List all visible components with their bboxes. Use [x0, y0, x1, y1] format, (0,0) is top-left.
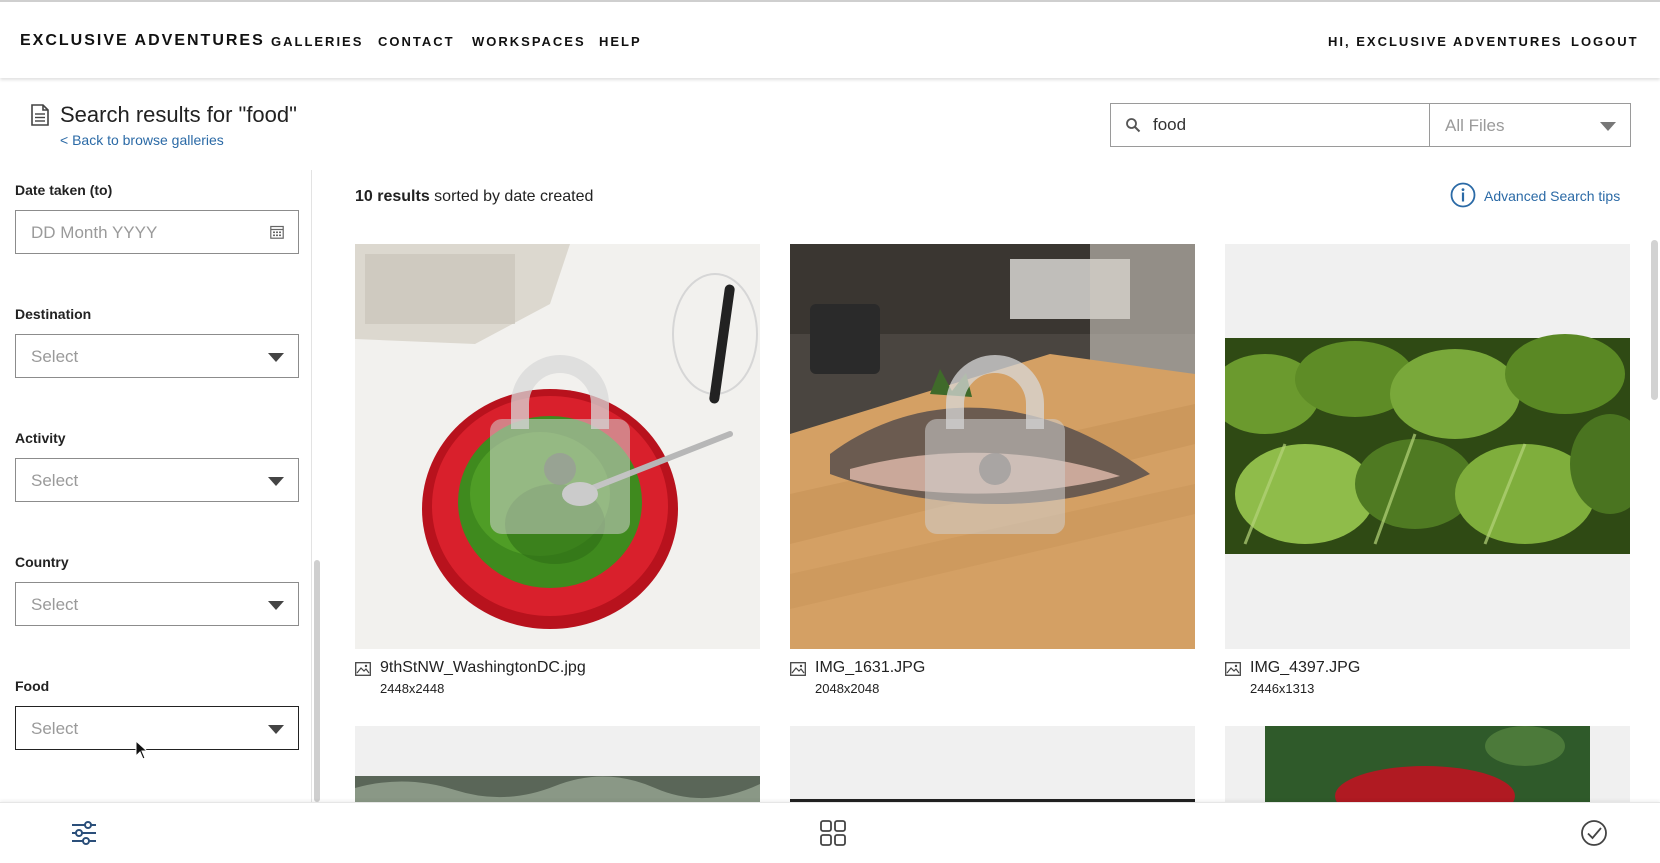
result-filename[interactable]: IMG_4397.JPG	[1250, 659, 1360, 677]
chevron-down-icon	[268, 725, 284, 734]
result-thumbnail[interactable]	[790, 244, 1195, 649]
bottom-toolbar	[0, 802, 1660, 863]
results-summary: 10 results sorted by date created	[355, 188, 593, 206]
sidebar-scrollbar[interactable]	[314, 560, 320, 802]
activity-select-value: Select	[31, 471, 79, 490]
filter-label-destination: Destination	[15, 306, 92, 322]
country-select[interactable]: Select	[15, 582, 299, 626]
food-select-value: Select	[31, 719, 79, 738]
spinach-leaves-image	[1225, 244, 1630, 649]
filter-label-activity: Activity	[15, 430, 66, 446]
destination-select-value: Select	[31, 347, 79, 366]
calendar-icon[interactable]	[270, 225, 284, 239]
country-select-value: Select	[31, 595, 79, 614]
image-file-icon	[1225, 662, 1241, 676]
back-to-galleries-link[interactable]: < Back to browse galleries	[60, 132, 224, 148]
results-scrollbar[interactable]	[1651, 240, 1658, 400]
info-icon	[1450, 182, 1476, 208]
date-taken-to-placeholder: DD Month YYYY	[31, 223, 158, 242]
result-thumbnail[interactable]	[790, 726, 1195, 802]
chevron-down-icon	[1600, 122, 1616, 131]
search-input[interactable]	[1153, 104, 1423, 146]
results-sort-text: sorted by date created	[434, 188, 594, 205]
result-dimensions: 2448x2448	[380, 681, 445, 696]
check-circle-icon[interactable]	[1578, 817, 1610, 849]
advanced-search-tips-label: Advanced Search tips	[1484, 188, 1621, 204]
top-navigation-bar: EXCLUSIVE ADVENTURES GALLERIES CONTACT W…	[0, 0, 1660, 78]
destination-select[interactable]: Select	[15, 334, 299, 378]
chevron-down-icon	[268, 477, 284, 486]
chevron-down-icon	[268, 353, 284, 362]
nav-contact[interactable]: CONTACT	[378, 34, 455, 49]
filter-label-date-taken-to: Date taken (to)	[15, 182, 113, 198]
result-filename[interactable]: IMG_1631.JPG	[815, 659, 925, 677]
nav-galleries[interactable]: GALLERIES	[271, 34, 363, 49]
results-count: 10 results	[355, 188, 430, 205]
filters-sidebar: Date taken (to) DD Month YYYY Destinatio…	[0, 170, 310, 802]
result-filename[interactable]: 9thStNW_WashingtonDC.jpg	[380, 659, 586, 677]
logout-link[interactable]: LOGOUT	[1571, 34, 1639, 49]
result-meta: 9thStNW_WashingtonDC.jpg 2448x2448	[355, 659, 760, 699]
result-dimensions: 2048x2048	[815, 681, 880, 696]
image-file-icon	[355, 662, 371, 676]
image-file-icon	[790, 662, 806, 676]
result-meta: IMG_4397.JPG 2446x1313	[1225, 659, 1630, 699]
result-dimensions: 2446x1313	[1250, 681, 1315, 696]
sliders-icon[interactable]	[68, 817, 100, 849]
result-thumbnail[interactable]	[355, 244, 760, 649]
grid-icon[interactable]	[817, 817, 849, 849]
result-thumbnail[interactable]	[1225, 726, 1630, 802]
page-title: Search results for "food"	[60, 102, 297, 127]
chevron-down-icon	[268, 601, 284, 610]
file-type-selected-value: All Files	[1445, 116, 1505, 135]
filter-label-country: Country	[15, 554, 69, 570]
result-meta: IMG_1631.JPG 2048x2048	[790, 659, 1195, 699]
search-box[interactable]	[1110, 103, 1430, 147]
result-thumbnail[interactable]	[355, 726, 760, 802]
result-card[interactable]: IMG_1631.JPG 2048x2048	[790, 244, 1195, 704]
result-card[interactable]	[1225, 726, 1630, 802]
user-greeting[interactable]: HI, EXCLUSIVE ADVENTURES	[1328, 34, 1563, 49]
result-card[interactable]	[355, 726, 760, 802]
activity-select[interactable]: Select	[15, 458, 299, 502]
lock-icon	[925, 355, 1065, 534]
nav-help[interactable]: HELP	[599, 34, 642, 49]
date-taken-to-field[interactable]: DD Month YYYY	[15, 210, 299, 254]
lock-icon	[490, 355, 630, 534]
brand-logo-text[interactable]: EXCLUSIVE ADVENTURES	[20, 32, 265, 50]
result-card[interactable]	[790, 726, 1195, 802]
result-card[interactable]: 9thStNW_WashingtonDC.jpg 2448x2448	[355, 244, 760, 704]
food-select[interactable]: Select	[15, 706, 299, 750]
sidebar-divider	[311, 170, 312, 802]
nav-workspaces[interactable]: WORKSPACES	[472, 34, 586, 49]
document-icon	[31, 104, 49, 126]
result-thumbnail[interactable]	[1225, 244, 1630, 649]
mouse-cursor-icon	[135, 740, 149, 760]
search-icon	[1126, 118, 1141, 133]
result-card[interactable]: IMG_4397.JPG 2446x1313	[1225, 244, 1630, 704]
file-type-select[interactable]: All Files	[1429, 103, 1631, 147]
filter-label-food: Food	[15, 678, 50, 694]
